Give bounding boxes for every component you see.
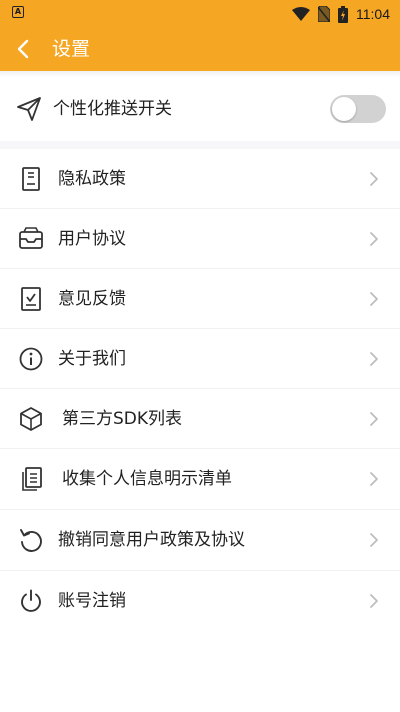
back-button[interactable] (12, 37, 36, 61)
cube-icon (20, 407, 42, 431)
info-icon (19, 347, 43, 371)
menu-item-label: 账号注销 (58, 591, 126, 611)
app-bar: 设置 (0, 27, 400, 71)
push-setting-label: 个性化推送开关 (53, 99, 172, 119)
menu-item-personal-info-list[interactable]: 收集个人信息明示清单 (0, 449, 400, 510)
push-setting-row: 个性化推送开关 (0, 77, 400, 141)
undo-icon (20, 529, 42, 552)
menu-item-label: 用户协议 (58, 229, 126, 249)
clock: 11:04 (356, 6, 390, 22)
menu-item-label: 意见反馈 (58, 289, 126, 309)
wifi-icon (292, 7, 310, 21)
settings-list: 隐私政策 用户协议 意见反馈 关于我们 第三方SDK列表 收集个人信息明示清单 … (0, 149, 400, 632)
chevron-right-icon (370, 232, 378, 246)
menu-item-label: 第三方SDK列表 (62, 409, 183, 429)
menu-item-label: 收集个人信息明示清单 (62, 469, 232, 489)
page-title: 设置 (52, 38, 91, 60)
send-icon (17, 97, 41, 121)
chevron-right-icon (370, 172, 378, 186)
chevron-right-icon (370, 594, 378, 608)
chevron-right-icon (370, 533, 378, 547)
menu-item-label: 关于我们 (58, 349, 126, 369)
status-bar: A 11:04 (0, 0, 400, 27)
menu-item-user-agreement[interactable]: 用户协议 (0, 209, 400, 269)
power-icon (21, 589, 41, 612)
menu-item-label: 撤销同意用户政策及协议 (58, 530, 245, 550)
chevron-right-icon (370, 472, 378, 486)
app-notification-icon: A (12, 6, 24, 18)
menu-item-about-us[interactable]: 关于我们 (0, 329, 400, 389)
inbox-icon (19, 227, 43, 249)
document-icon (22, 167, 40, 191)
status-indicators: 11:04 (292, 4, 390, 24)
chevron-right-icon (370, 292, 378, 306)
chevron-right-icon (370, 352, 378, 366)
section-separator (0, 141, 400, 149)
battery-icon (338, 5, 348, 23)
menu-item-account-deletion[interactable]: 账号注销 (0, 571, 400, 632)
copy-list-icon (22, 467, 42, 491)
feedback-icon (21, 287, 41, 311)
push-toggle-switch[interactable] (330, 95, 386, 123)
chevron-right-icon (370, 412, 378, 426)
menu-item-feedback[interactable]: 意见反馈 (0, 269, 400, 329)
menu-item-revoke-consent[interactable]: 撤销同意用户政策及协议 (0, 510, 400, 571)
menu-item-third-party-sdk[interactable]: 第三方SDK列表 (0, 389, 400, 449)
no-sim-icon (318, 6, 330, 22)
menu-item-privacy-policy[interactable]: 隐私政策 (0, 149, 400, 209)
menu-item-label: 隐私政策 (58, 169, 126, 189)
toggle-knob (332, 97, 356, 121)
chevron-left-icon (17, 39, 29, 59)
